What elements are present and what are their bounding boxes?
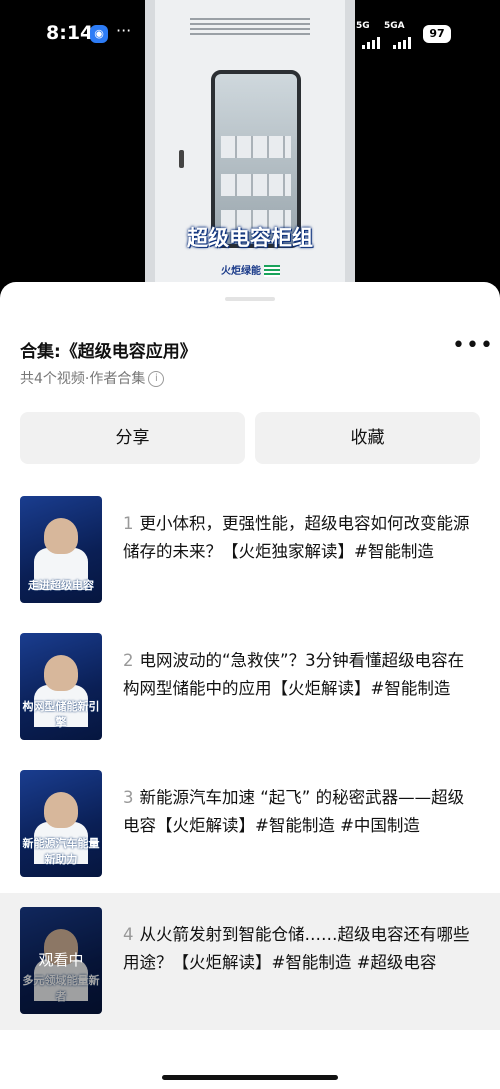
collection-subtitle-text: 共4个视频·作者合集 <box>20 371 146 387</box>
collection-title: 合集:《超级电容应用》 <box>20 342 197 362</box>
status-more: ··· <box>116 21 132 40</box>
more-options-icon[interactable]: ••• <box>452 335 494 357</box>
list-item-title: 3 新能源汽车加速 “起飞” 的秘密武器——超级电容【火炬解读】#智能制造 #中国… <box>123 784 478 840</box>
list-item-number: 4 <box>123 925 134 944</box>
video-thumbnail: 新能源汽车能量新助力 <box>20 770 102 877</box>
signal-bars-icon <box>362 30 382 49</box>
module-row <box>221 136 291 158</box>
list-item-text: 更小体积，更强性能，超级电容如何改变能源储存的未来？【火炬独家解读】#智能制造 <box>123 514 470 561</box>
list-item-title: 4 从火箭发射到智能仓储……超级电容还有哪些用途？【火炬解读】#智能制造 #超级电… <box>123 921 478 977</box>
share-button[interactable]: 分享 <box>20 412 245 464</box>
video-thumbnail: 走进超级电容 <box>20 496 102 603</box>
thumb-caption: 走进超级电容 <box>28 579 94 592</box>
module-row <box>221 174 291 196</box>
list-item-text: 从火箭发射到智能仓储……超级电容还有哪些用途？【火炬解读】#智能制造 #超级电容 <box>123 925 470 972</box>
list-item-current[interactable]: 多元领域能量新者 观看中 4 从火箭发射到智能仓储……超级电容还有哪些用途？【火炬… <box>0 893 500 1030</box>
list-item-number: 2 <box>123 651 134 670</box>
battery-indicator: 97 <box>423 25 451 43</box>
thumb-caption: 新能源汽车能量新助力 <box>22 837 100 866</box>
video-thumbnail: 构网型储能新引擎 <box>20 633 102 740</box>
now-playing-overlay: 观看中 <box>20 907 102 1014</box>
list-item-title: 2 电网波动的“急救侠”？3分钟看懂超级电容在构网型储能中的应用【火炬解读】#智能… <box>123 647 478 703</box>
video-caption: 超级电容柜组 <box>187 226 313 250</box>
thumb-person-head <box>44 792 78 828</box>
brand-logo-icon <box>264 265 280 277</box>
thumb-person-head <box>44 518 78 554</box>
list-item-number: 1 <box>123 514 134 533</box>
info-icon[interactable]: i <box>148 371 165 387</box>
list-item[interactable]: 新能源汽车能量新助力 3 新能源汽车加速 “起飞” 的秘密武器——超级电容【火炬解… <box>0 756 500 893</box>
drag-handle[interactable] <box>225 297 275 301</box>
collection-subtitle: 共4个视频·作者合集 i <box>20 368 165 388</box>
brand-logo: 火炬绿能 <box>221 262 280 277</box>
brand-logo-text: 火炬绿能 <box>221 266 261 277</box>
list-item[interactable]: 走进超级电容 1 更小体积，更强性能，超级电容如何改变能源储存的未来？【火炬独家解… <box>0 482 500 619</box>
app-notification-icon: ◉ <box>90 25 108 43</box>
thumb-caption: 构网型储能新引擎 <box>22 700 100 729</box>
status-time: 8:14 <box>46 22 94 44</box>
list-item-text: 新能源汽车加速 “起飞” 的秘密武器——超级电容【火炬解读】#智能制造 #中国制… <box>123 788 465 835</box>
favorite-button[interactable]: 收藏 <box>255 412 480 464</box>
list-item[interactable]: 构网型储能新引擎 2 电网波动的“急救侠”？3分钟看懂超级电容在构网型储能中的应用… <box>0 619 500 756</box>
home-indicator[interactable] <box>162 1075 338 1080</box>
cabinet-handle <box>179 150 184 168</box>
list-item-title: 1 更小体积，更强性能，超级电容如何改变能源储存的未来？【火炬独家解读】#智能制造 <box>123 510 478 566</box>
video-thumbnail: 多元领域能量新者 观看中 <box>20 907 102 1014</box>
signal-bars-icon <box>393 30 413 49</box>
collection-sheet: 合集:《超级电容应用》 ••• 共4个视频·作者合集 i 分享 收藏 走进超级电容… <box>0 282 500 1089</box>
list-item-text: 电网波动的“急救侠”？3分钟看懂超级电容在构网型储能中的应用【火炬解读】#智能制… <box>123 651 465 698</box>
list-item-number: 3 <box>123 788 134 807</box>
status-bar: 8:14 ◉ ··· 5G 5GA 97 <box>0 0 500 68</box>
thumb-person-head <box>44 655 78 691</box>
